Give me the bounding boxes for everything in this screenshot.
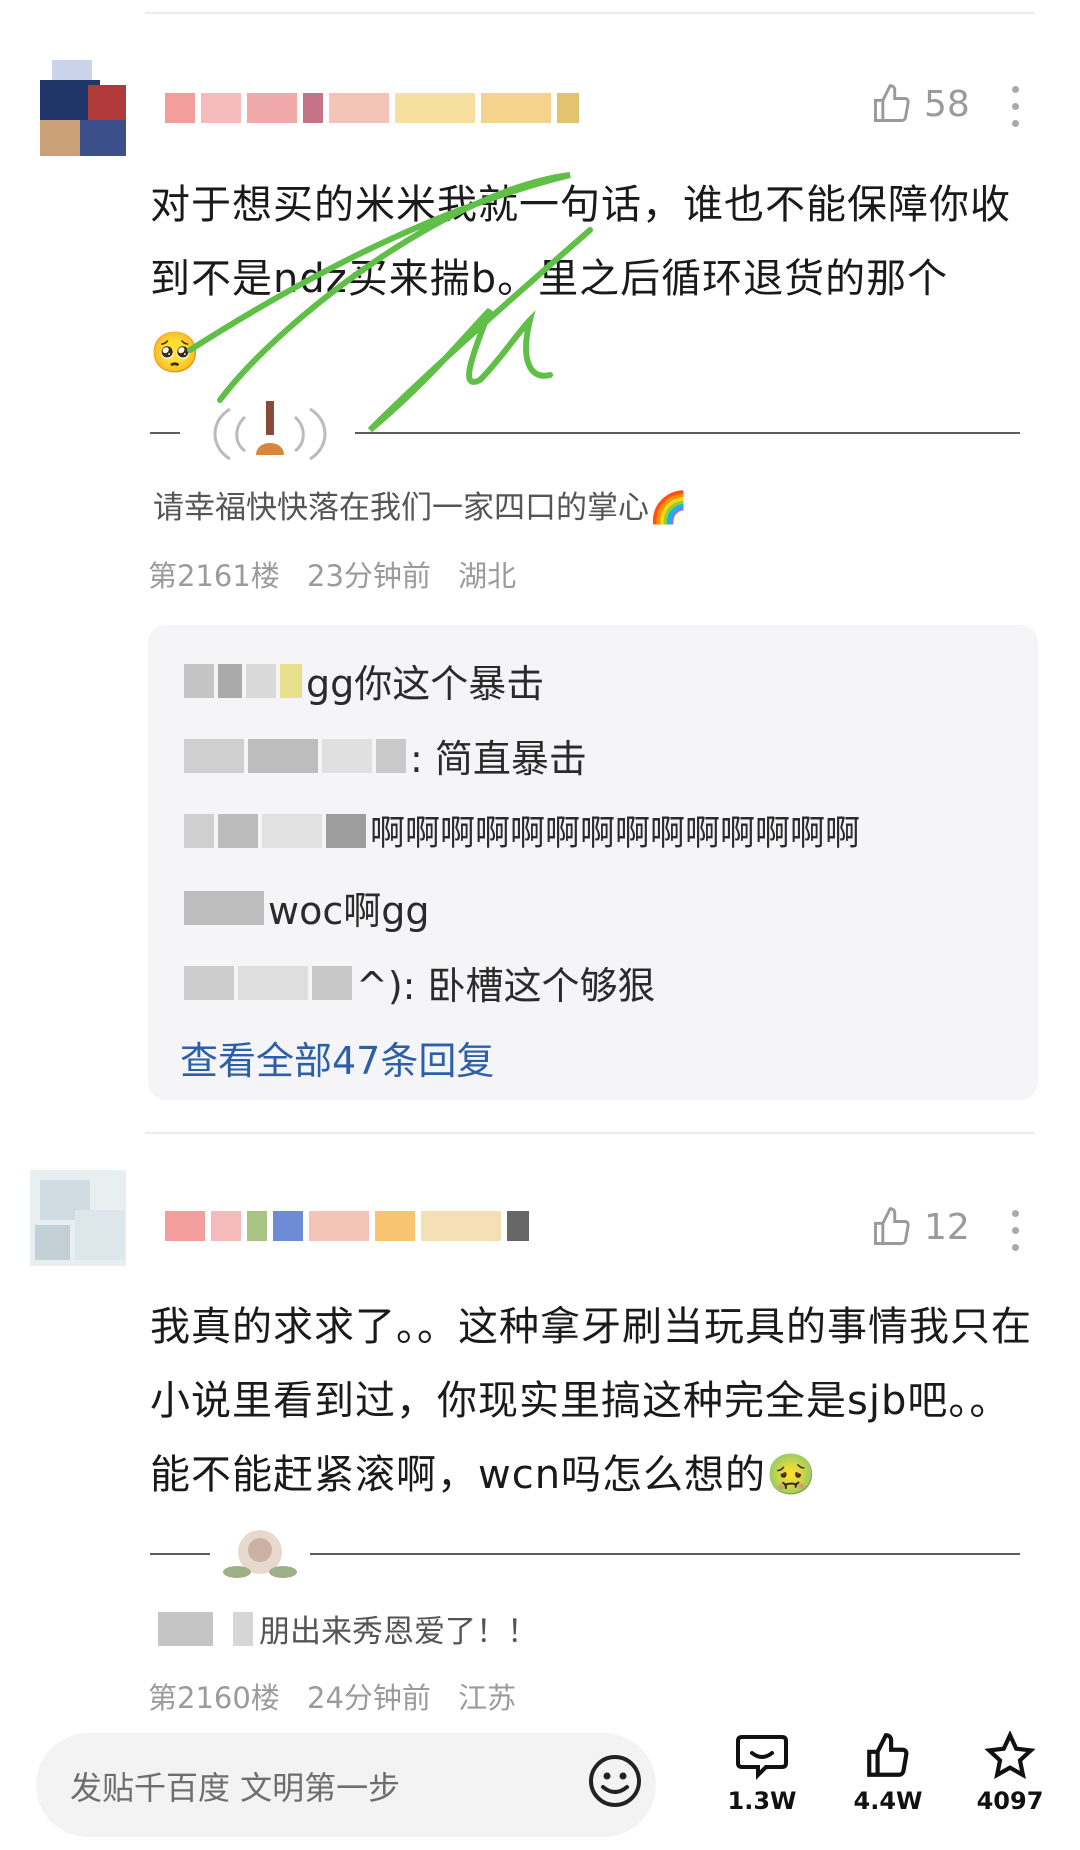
username-blurred[interactable] bbox=[165, 90, 585, 126]
comment-action[interactable]: 1.3W bbox=[712, 1731, 812, 1815]
post-time: 23分钟前 bbox=[307, 559, 431, 593]
favorite-action[interactable]: 4097 bbox=[960, 1730, 1060, 1815]
view-all-replies-link[interactable]: 查看全部47条回复 bbox=[180, 1030, 494, 1085]
comment-meta: 第2161楼 23分钟前 湖北 bbox=[148, 553, 534, 595]
thumbs-up-icon bbox=[874, 84, 910, 122]
input-placeholder: 发贴千百度 文明第一步 bbox=[70, 1769, 401, 1807]
thumbs-up-icon bbox=[867, 1733, 909, 1777]
like-count: 4.4W bbox=[853, 1787, 923, 1815]
reply-item[interactable]: gg你这个暴击 bbox=[184, 653, 544, 708]
reply-box: gg你这个暴击 : 简直暴击 啊啊啊啊啊啊啊啊啊啊啊啊啊啊 woc啊gg ^):… bbox=[148, 625, 1038, 1100]
signature-text: 朋出来秀恩爱了！！ bbox=[158, 1606, 538, 1651]
star-icon bbox=[984, 1730, 1036, 1780]
like-button[interactable]: 12 bbox=[870, 1205, 970, 1249]
avatar[interactable] bbox=[30, 1170, 126, 1266]
reply-item[interactable]: woc啊gg bbox=[184, 880, 429, 935]
signature-line-left bbox=[150, 1553, 210, 1555]
signature-line-left bbox=[150, 432, 180, 434]
floor-number: 第2161楼 bbox=[148, 559, 280, 593]
like-button[interactable]: 58 bbox=[870, 82, 970, 126]
location: 江苏 bbox=[458, 1681, 517, 1715]
reply-item[interactable]: 啊啊啊啊啊啊啊啊啊啊啊啊啊啊 bbox=[184, 805, 860, 856]
signature-line-right bbox=[355, 432, 1020, 434]
username-blurred[interactable] bbox=[165, 1208, 535, 1244]
top-divider bbox=[145, 12, 1035, 14]
floor-number: 第2160楼 bbox=[148, 1681, 280, 1715]
reply-input[interactable]: 发贴千百度 文明第一步 bbox=[36, 1733, 656, 1837]
bottom-bar: 发贴千百度 文明第一步 1.3W 4.4W 4097 bbox=[0, 1715, 1080, 1850]
comment-icon bbox=[736, 1735, 788, 1780]
favorite-count: 4097 bbox=[976, 1787, 1044, 1815]
like-action[interactable]: 4.4W bbox=[838, 1731, 938, 1815]
bell-icon bbox=[213, 401, 327, 461]
comment-divider bbox=[145, 1132, 1035, 1134]
reply-item[interactable]: : 简直暴击 bbox=[184, 728, 587, 783]
emoji-icon[interactable] bbox=[585, 1751, 645, 1811]
more-options-icon[interactable] bbox=[1012, 1210, 1020, 1251]
thumbs-up-icon bbox=[874, 1207, 910, 1245]
signature-text: 请幸福快快落在我们一家四口的掌心🌈 bbox=[153, 490, 688, 526]
comment-count: 1.3W bbox=[727, 1787, 797, 1815]
like-count: 12 bbox=[924, 1206, 970, 1248]
reply-item[interactable]: ^): 卧槽这个够狠 bbox=[184, 955, 656, 1010]
more-options-icon[interactable] bbox=[1012, 86, 1020, 127]
post-time: 24分钟前 bbox=[307, 1681, 431, 1715]
location: 湖北 bbox=[458, 559, 517, 593]
comment-meta: 第2160楼 24分钟前 江苏 bbox=[148, 1675, 534, 1717]
like-count: 58 bbox=[924, 83, 970, 125]
comment-text: 我真的求求了。。这种拿牙刷当玩具的事情我只在小说里看到过，你现实里搞这种完全是s… bbox=[150, 1304, 1032, 1498]
avatar[interactable] bbox=[30, 60, 126, 156]
emoji: 🤢 bbox=[766, 1452, 817, 1498]
rose-icon bbox=[223, 1530, 297, 1578]
signature-line-right bbox=[310, 1553, 1020, 1555]
